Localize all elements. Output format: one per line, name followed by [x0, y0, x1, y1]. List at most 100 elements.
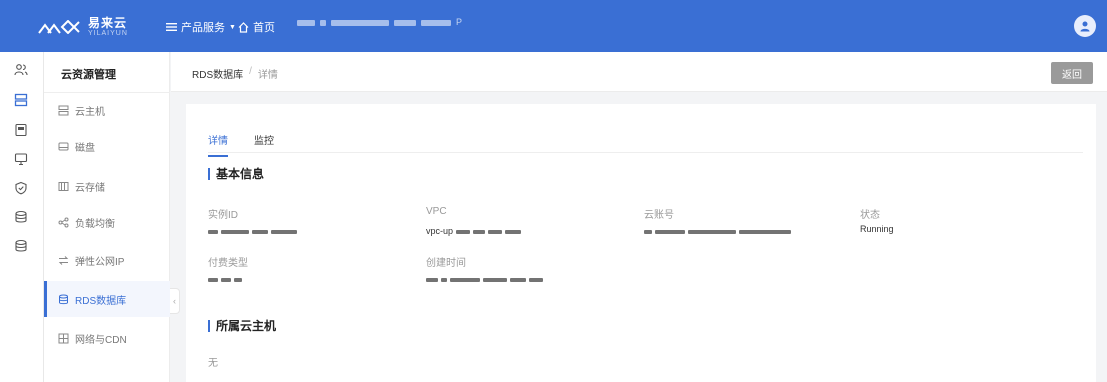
redacted-text	[510, 277, 526, 282]
redacted-text	[221, 229, 249, 234]
tab-monitoring[interactable]: 监控	[254, 132, 274, 157]
breadcrumb-parent[interactable]: RDS数据库	[192, 66, 243, 81]
redacted-text	[221, 277, 231, 282]
redacted-text	[529, 277, 543, 282]
host-section-value: 无	[208, 358, 218, 369]
tabs-divider	[208, 152, 1083, 153]
redacted-text	[739, 229, 791, 234]
redacted-text	[208, 277, 218, 282]
sidebar-item-network-cdn[interactable]: 网络与CDN	[44, 320, 170, 356]
sidebar-item-label: RDS数据库	[75, 295, 127, 307]
sidebar-item-label: 弹性公网IP	[75, 256, 125, 268]
menu-icon	[166, 23, 177, 31]
redacted-text	[483, 277, 507, 282]
user-icon	[1080, 21, 1090, 32]
host-section-title: 所属云主机	[208, 320, 276, 332]
brand-name: 易来云 YILAIYUN	[88, 17, 128, 37]
redacted-text	[331, 19, 389, 26]
redacted-text	[487, 229, 502, 234]
redacted-text	[441, 277, 447, 282]
top-navigation-bar: 易来云 YILAIYUN 产品服务 ▼ 首页 P	[0, 0, 1107, 52]
sidebar-item-cloud-host[interactable]: 云主机	[44, 92, 170, 128]
brand-subtext: YILAIYUN	[88, 30, 128, 37]
home-icon	[238, 21, 249, 33]
page-header: RDS数据库 / 详情 返回	[171, 52, 1107, 92]
sidebar-item-label: 负载均衡	[75, 218, 115, 230]
shield-icon[interactable]	[13, 180, 29, 196]
redacted-text	[450, 277, 480, 282]
created-time-label: 创建时间	[426, 258, 466, 269]
billing-type-value	[208, 274, 245, 284]
sidebar-item-rds-database[interactable]: RDS数据库	[44, 281, 170, 317]
home-link[interactable]: 首页	[238, 19, 275, 35]
share-icon	[58, 217, 69, 227]
billing-type-label: 付费类型	[208, 258, 248, 269]
server-icon	[58, 105, 69, 115]
network-icon	[58, 333, 69, 343]
redacted-text	[426, 277, 438, 282]
sidebar-item-label: 云主机	[75, 106, 105, 118]
redacted-text	[504, 229, 521, 234]
sidebar-item-elastic-ip[interactable]: 弹性公网IP	[44, 242, 170, 278]
redacted-text	[455, 229, 470, 234]
brand-logo[interactable]: 易来云 YILAIYUN	[38, 17, 128, 37]
created-time-value	[426, 274, 546, 284]
vpc-value: vpc-up	[426, 226, 524, 236]
brand-text: 易来云	[88, 16, 128, 30]
redacted-text	[320, 19, 326, 26]
status-value: Running	[860, 224, 894, 234]
sidebar-item-label: 云存储	[75, 182, 105, 194]
vpc-label: VPC	[426, 206, 447, 217]
redacted-text	[644, 229, 652, 234]
chevron-down-icon: ▼	[229, 23, 236, 31]
icon-rail	[0, 52, 44, 382]
collapse-sidebar-handle[interactable]: ‹	[170, 288, 180, 314]
redacted-text	[472, 229, 485, 234]
sidebar-item-cloud-storage[interactable]: 云存储	[44, 168, 170, 204]
tab-details[interactable]: 详情	[208, 132, 228, 157]
database-alt-icon[interactable]	[13, 238, 29, 254]
redacted-text	[252, 229, 268, 234]
chevron-left-icon: ‹	[173, 296, 176, 306]
logo-mark-icon	[38, 20, 80, 34]
database-icon	[59, 294, 68, 304]
sidebar-item-label: 网络与CDN	[75, 334, 127, 346]
basic-info-title: 基本信息	[208, 168, 264, 180]
calculator-icon[interactable]	[13, 122, 29, 138]
redacted-text	[234, 277, 242, 282]
redacted-text	[297, 19, 315, 26]
detail-card: 详情 监控 基本信息 实例ID VPC vpc-up 云账号 状态 Runnin…	[186, 104, 1096, 382]
account-info-tail: P	[456, 17, 463, 27]
swap-icon	[58, 255, 69, 265]
resource-sidebar: 云资源管理 云主机 磁盘 云存储 负载均衡 弹性公网IP RDS数据库 网络与C…	[44, 52, 170, 382]
database-icon[interactable]	[13, 209, 29, 225]
back-button[interactable]: 返回	[1051, 62, 1093, 84]
breadcrumb-separator: /	[249, 66, 252, 77]
products-menu[interactable]: 产品服务 ▼	[166, 19, 236, 35]
home-link-label: 首页	[253, 22, 275, 34]
cloud-account-value	[644, 226, 794, 236]
account-info-redacted: P	[297, 17, 537, 31]
sidebar-item-label: 磁盘	[75, 142, 95, 154]
vpc-text: vpc-up	[426, 226, 454, 236]
disk-icon	[58, 142, 69, 150]
redacted-text	[655, 229, 685, 234]
redacted-text	[688, 229, 736, 234]
sidebar-item-load-balancer[interactable]: 负载均衡	[44, 204, 170, 240]
storage-icon	[58, 181, 69, 191]
user-avatar[interactable]	[1074, 15, 1096, 37]
detail-tabs: 详情 监控	[208, 132, 274, 157]
instance-id-label: 实例ID	[208, 210, 238, 221]
user-group-icon[interactable]	[13, 62, 29, 78]
server-stack-icon[interactable]	[13, 92, 29, 108]
monitor-icon[interactable]	[13, 151, 29, 167]
sidebar-title: 云资源管理	[61, 69, 116, 81]
status-label: 状态	[860, 210, 880, 221]
breadcrumb-current: 详情	[257, 70, 278, 81]
redacted-text	[271, 229, 297, 234]
breadcrumb: RDS数据库 / 详情	[192, 66, 278, 81]
sidebar-item-disk[interactable]: 磁盘	[44, 128, 170, 164]
redacted-text	[208, 229, 218, 234]
products-menu-label: 产品服务	[181, 22, 225, 34]
instance-id-value	[208, 226, 300, 236]
